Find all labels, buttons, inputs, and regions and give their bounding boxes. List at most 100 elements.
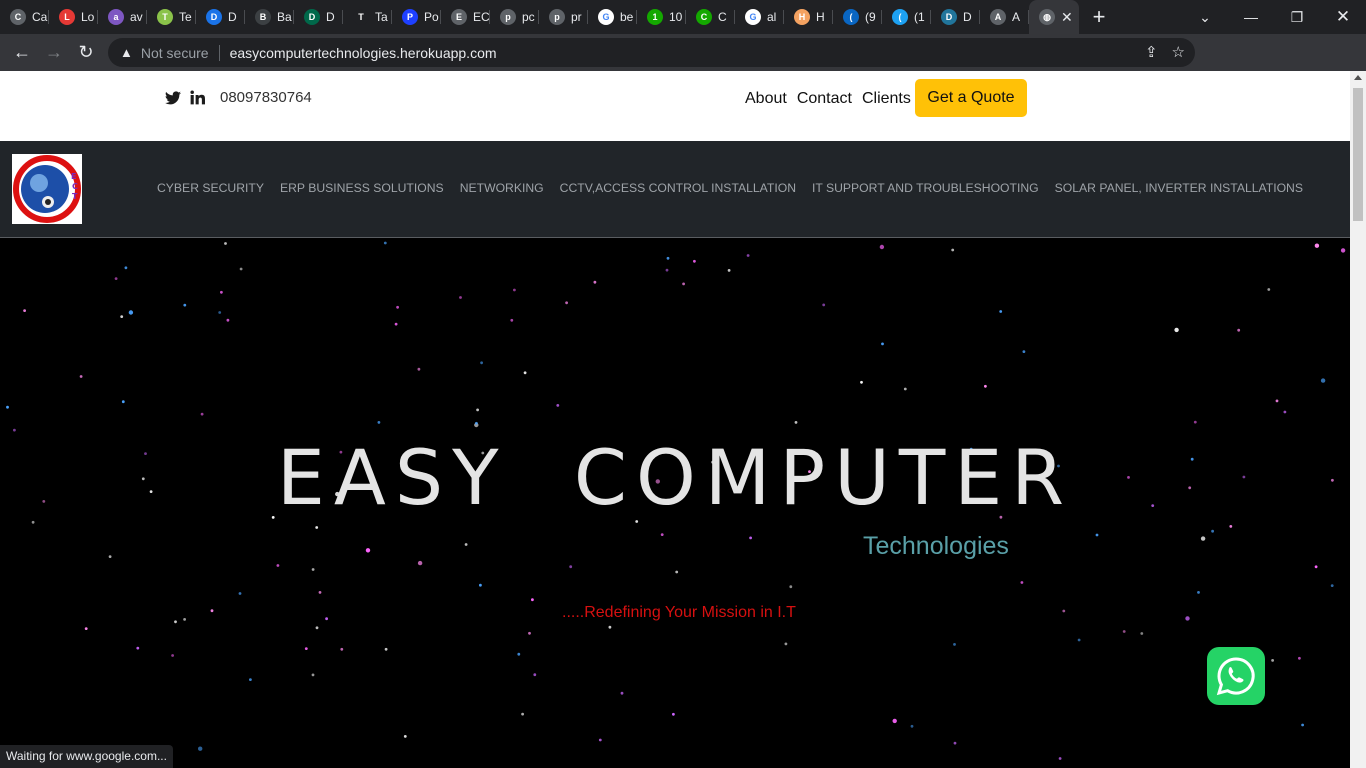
leaf-icon: D — [304, 9, 320, 25]
close-tab-icon[interactable]: ✕ — [1061, 9, 1073, 26]
twitter-icon[interactable] — [165, 90, 181, 105]
services-nav: CYBER SECURITY ERP BUSINESS SOLUTIONS NE… — [157, 181, 1303, 195]
tab-title: be — [620, 10, 634, 24]
tab-title: Te — [179, 10, 192, 24]
star — [1211, 529, 1214, 533]
star — [23, 309, 26, 312]
lambda-icon: B — [255, 9, 271, 25]
star — [1122, 630, 1126, 633]
star — [210, 609, 214, 613]
get-a-quote-button[interactable]: Get a Quote — [915, 79, 1027, 117]
star — [1077, 638, 1081, 642]
browser-tab[interactable]: P Po — [392, 0, 441, 34]
nav-cyber-security[interactable]: CYBER SECURITY — [157, 181, 264, 195]
browser-tab[interactable]: L Lo — [49, 0, 98, 34]
star — [128, 310, 134, 315]
nav-erp-business-solutions[interactable]: ERP BUSINESS SOLUTIONS — [280, 181, 444, 195]
star — [693, 259, 696, 263]
bookmark-star-icon[interactable]: ☆ — [1172, 43, 1185, 61]
tab-title: C — [718, 10, 727, 24]
star — [171, 654, 175, 657]
status-bubble: Waiting for www.google.com... — [0, 745, 173, 768]
browser-tab[interactable]: Gbe — [588, 0, 637, 34]
whatsapp-chat-button[interactable] — [1207, 647, 1265, 705]
star — [879, 244, 885, 250]
star — [1095, 533, 1099, 537]
star — [200, 412, 204, 416]
star — [1271, 659, 1274, 662]
nav-it-support[interactable]: IT SUPPORT AND TROUBLESHOOTING — [812, 181, 1039, 195]
star — [672, 712, 675, 716]
star — [531, 598, 534, 602]
nav-about-link[interactable]: About — [745, 90, 787, 108]
phone-number[interactable]: 08097830764 — [220, 89, 312, 106]
browser-tab[interactable]: B Ba — [245, 0, 294, 34]
close-window-button[interactable]: ✕ — [1320, 0, 1366, 34]
browser-tab[interactable]: DD — [294, 0, 343, 34]
browser-tab[interactable]: a av — [98, 0, 147, 34]
browser-tab[interactable]: T Te — [147, 0, 196, 34]
star — [464, 543, 468, 546]
browser-tab[interactable]: Gal — [735, 0, 784, 34]
minimize-button[interactable]: — — [1228, 0, 1274, 34]
top-nav: About Contact Clients — [745, 90, 911, 108]
star — [1140, 632, 1144, 635]
warning-triangle-icon[interactable]: ▲ — [120, 45, 133, 60]
linkedin-icon[interactable] — [190, 90, 205, 105]
not-secure-label[interactable]: Not secure — [141, 45, 209, 61]
browser-tab[interactable]: AA — [980, 0, 1029, 34]
hand-icon: H — [794, 9, 810, 25]
tab-title: Ta — [375, 10, 388, 24]
restore-button[interactable]: ❐ — [1274, 0, 1320, 34]
nav-clients-link[interactable]: Clients — [862, 90, 911, 108]
nav-contact-link[interactable]: Contact — [797, 90, 852, 108]
nav-solar-panel-inverter[interactable]: SOLAR PANEL, INVERTER INSTALLATIONS — [1055, 181, 1303, 195]
star — [121, 400, 125, 404]
tab-list: C Ca L Lo a av T Te D D B Ba D D T Ta P Po E EC p pc p pr Gbe 1 10… — [0, 0, 1029, 34]
star — [528, 631, 531, 635]
tab-title: Ca — [32, 10, 48, 24]
browser-tab[interactable]: E EC — [441, 0, 490, 34]
browser-tab[interactable]: 1 10 — [637, 0, 686, 34]
star — [675, 570, 679, 574]
browser-tab[interactable]: CC — [686, 0, 735, 34]
star — [315, 526, 319, 529]
star — [1058, 757, 1062, 760]
company-logo[interactable]: E C T — [12, 154, 82, 224]
browser-tab[interactable]: C Ca — [0, 0, 49, 34]
browser-tab[interactable]: DD — [931, 0, 980, 34]
star — [1174, 327, 1179, 333]
address-bar[interactable]: ▲ Not secure easycomputertechnologies.he… — [108, 38, 1195, 67]
browser-tab[interactable]: p pr — [539, 0, 588, 34]
browser-tab[interactable]: T Ta — [343, 0, 392, 34]
top-contact-bar: 08097830764 About Contact Clients Get a … — [0, 71, 1350, 141]
star — [383, 241, 387, 245]
browser-tab[interactable]: ((1 — [882, 0, 931, 34]
browser-tab[interactable]: p pc — [490, 0, 539, 34]
star — [226, 318, 230, 322]
star — [1267, 288, 1271, 291]
nav-networking[interactable]: NETWORKING — [460, 181, 544, 195]
forward-arrow-icon[interactable]: → — [38, 36, 70, 68]
star — [665, 268, 669, 272]
scrollbar-thumb[interactable] — [1353, 88, 1363, 221]
page-scrollbar[interactable] — [1350, 71, 1366, 768]
star — [459, 296, 462, 299]
active-tab[interactable]: ◍ ✕ — [1029, 0, 1079, 34]
star — [881, 342, 884, 346]
star — [218, 311, 222, 314]
new-tab-button[interactable]: + — [1079, 0, 1119, 34]
browser-tab[interactable]: ((9 — [833, 0, 882, 34]
share-icon[interactable]: ⇪ — [1145, 43, 1158, 61]
back-arrow-icon[interactable]: ← — [6, 36, 38, 68]
tab-search-icon[interactable]: ⌄ — [1182, 0, 1228, 34]
browser-tab[interactable]: DD — [196, 0, 245, 34]
reload-icon[interactable]: ↻ — [70, 36, 102, 68]
browser-tab[interactable]: HH — [784, 0, 833, 34]
tab-title: av — [130, 10, 143, 24]
address-divider — [218, 44, 220, 61]
nav-cctv-access-control[interactable]: CCTV,ACCESS CONTROL INSTALLATION — [560, 181, 796, 195]
url-text[interactable]: easycomputertechnologies.herokuapp.com — [230, 45, 497, 61]
scroll-up-arrow-icon[interactable] — [1354, 75, 1362, 80]
svg-text:E: E — [71, 172, 76, 181]
